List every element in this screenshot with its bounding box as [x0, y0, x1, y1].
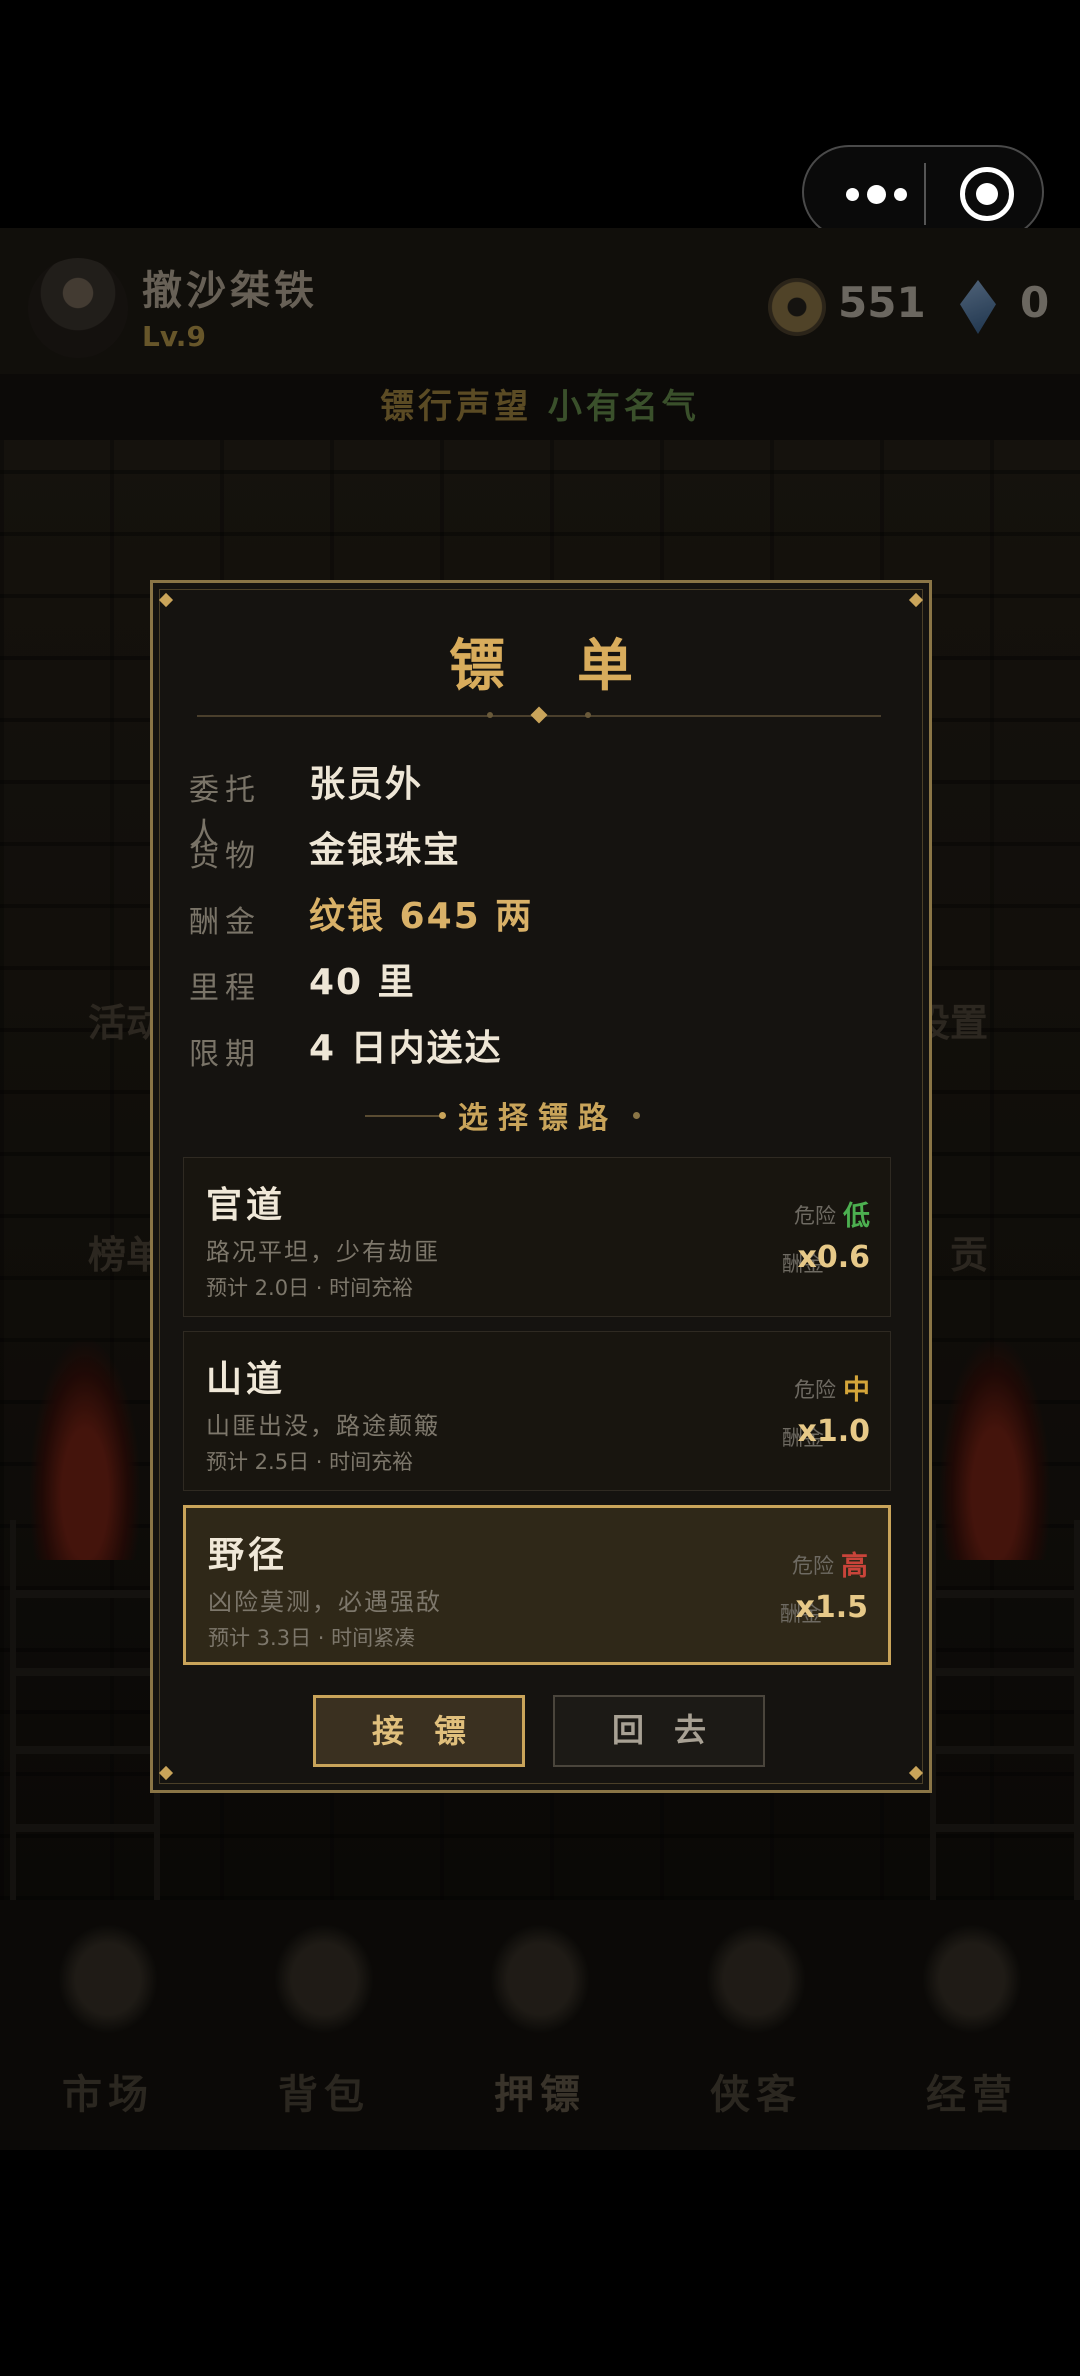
- route-name: 官道: [206, 1185, 287, 1226]
- route-header-text: 选择镖路: [458, 1101, 618, 1136]
- field-deadline: 限期 4 日内送达: [189, 1019, 889, 1079]
- reward-multiplier: x1.0: [797, 1414, 871, 1449]
- route-name: 野径: [208, 1535, 289, 1576]
- field-label: 限期: [189, 1037, 261, 1072]
- corner-ornament: [899, 587, 925, 613]
- reward-multiplier: x1.5: [795, 1590, 869, 1625]
- route-eta: 预计 2.0日 · 时间充裕: [206, 1276, 414, 1300]
- field-reward: 酬金 纹银 645 两: [189, 887, 889, 947]
- route-option-wild[interactable]: 野径 凶险莫测，必遇强敌 预计 3.3日 · 时间紧凑 危险 高 酬金 x1.5: [183, 1505, 891, 1665]
- capsule-separator: [924, 163, 926, 225]
- field-cargo: 货物 金银珠宝: [189, 821, 889, 881]
- miniprogram-capsule: [802, 145, 1044, 239]
- danger-level: 高: [841, 1551, 868, 1582]
- field-value: 4 日内送达: [309, 1028, 503, 1069]
- accept-button[interactable]: 接镖: [313, 1695, 525, 1767]
- corner-ornament: [157, 1760, 183, 1786]
- danger-level: 低: [843, 1201, 870, 1232]
- route-desc: 山匪出没，路途颠簸: [206, 1412, 440, 1440]
- danger-label: 危险: [794, 1204, 836, 1228]
- route-eta: 预计 2.5日 · 时间充裕: [206, 1450, 414, 1474]
- more-dots-icon[interactable]: [834, 169, 918, 219]
- title-divider: [197, 706, 881, 724]
- route-option-official[interactable]: 官道 路况平坦，少有劫匪 预计 2.0日 · 时间充裕 危险 低 酬金 x0.6: [183, 1157, 891, 1317]
- field-value: 40 里: [309, 962, 416, 1003]
- field-label: 酬金: [189, 905, 261, 940]
- route-section-header: 选择镖路: [153, 1093, 929, 1137]
- danger-label: 危险: [794, 1378, 836, 1402]
- back-button[interactable]: 回去: [553, 1695, 765, 1767]
- target-icon[interactable]: [960, 167, 1014, 221]
- route-option-mountain[interactable]: 山道 山匪出没，路途颠簸 预计 2.5日 · 时间充裕 危险 中 酬金 x1.0: [183, 1331, 891, 1491]
- corner-ornament: [157, 587, 183, 613]
- field-label: 货物: [189, 839, 261, 874]
- danger-level: 中: [843, 1375, 870, 1406]
- modal-title: 镖单: [449, 634, 705, 699]
- field-label: 里程: [189, 971, 261, 1006]
- field-value: 纹银 645 两: [309, 896, 534, 937]
- route-eta: 预计 3.3日 · 时间紧凑: [208, 1626, 416, 1650]
- corner-ornament: [899, 1760, 925, 1786]
- field-value: 张员外: [309, 764, 424, 805]
- route-desc: 路况平坦，少有劫匪: [206, 1238, 440, 1266]
- field-distance: 里程 40 里: [189, 953, 889, 1013]
- route-name: 山道: [206, 1359, 287, 1400]
- field-value: 金银珠宝: [309, 830, 462, 871]
- danger-label: 危险: [792, 1554, 834, 1578]
- field-client: 委托人 张员外: [189, 755, 889, 852]
- route-desc: 凶险莫测，必遇强敌: [208, 1588, 442, 1616]
- escort-order-modal: 镖单 委托人 张员外 货物 金银珠宝 酬金 纹银 645 两 里程 40 里 限…: [150, 580, 932, 1793]
- reward-multiplier: x0.6: [797, 1240, 871, 1275]
